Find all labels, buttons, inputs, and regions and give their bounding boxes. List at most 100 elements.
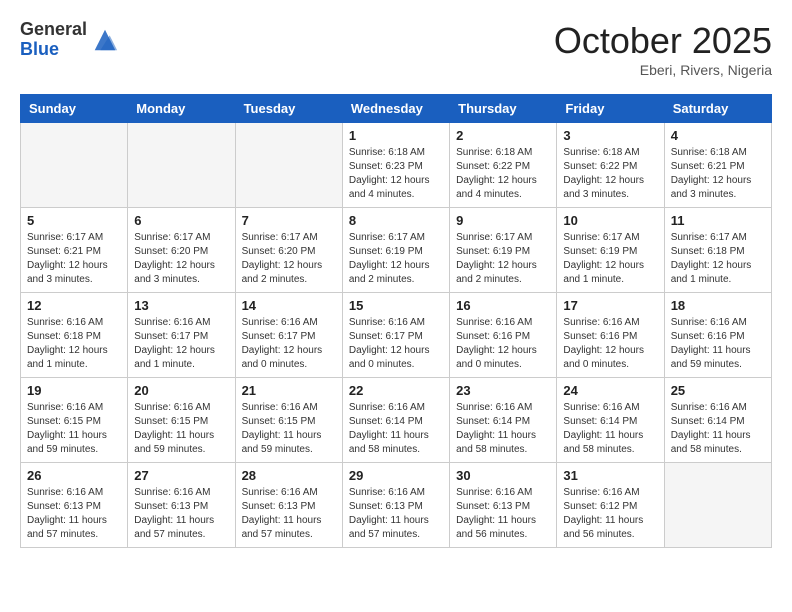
day-info: Sunrise: 6:16 AM Sunset: 6:16 PM Dayligh…: [563, 316, 657, 372]
calendar-cell: 3 Sunrise: 6:18 AM Sunset: 6:22 PM Daylig…: [557, 123, 664, 208]
calendar-body: 1 Sunrise: 6:18 AM Sunset: 6:23 PM Daylig…: [21, 123, 772, 548]
day-number: 18: [671, 298, 765, 313]
calendar-cell: [128, 123, 235, 208]
day-info: Sunrise: 6:18 AM Sunset: 6:22 PM Dayligh…: [563, 146, 657, 202]
day-number: 13: [134, 298, 228, 313]
calendar-week-4: 19 Sunrise: 6:16 AM Sunset: 6:15 PM Dayli…: [21, 378, 772, 463]
day-number: 6: [134, 213, 228, 228]
calendar-cell: [664, 463, 771, 548]
day-info: Sunrise: 6:16 AM Sunset: 6:13 PM Dayligh…: [242, 486, 336, 542]
day-info: Sunrise: 6:18 AM Sunset: 6:23 PM Dayligh…: [349, 146, 443, 202]
calendar-cell: 23Sunrise: 6:16 AM Sunset: 6:14 PM Dayli…: [450, 378, 557, 463]
day-info: Sunrise: 6:16 AM Sunset: 6:12 PM Dayligh…: [563, 486, 657, 542]
calendar-table: SundayMondayTuesdayWednesdayThursdayFrid…: [20, 94, 772, 548]
calendar-cell: 26 Sunrise: 6:16 AM Sunset: 6:13 PM Dayli…: [21, 463, 128, 548]
day-info: Sunrise: 6:17 AM Sunset: 6:21 PM Dayligh…: [27, 231, 121, 287]
day-number: 24: [563, 383, 657, 398]
day-number: 3: [563, 128, 657, 143]
title-block: October 2025 Eberi, Rivers, Nigeria: [554, 20, 772, 78]
logo: General Blue: [20, 20, 119, 60]
day-info: Sunrise: 6:16 AM Sunset: 6:13 PM Dayligh…: [456, 486, 550, 542]
calendar-cell: 5 Sunrise: 6:17 AM Sunset: 6:21 PM Daylig…: [21, 208, 128, 293]
day-number: 15: [349, 298, 443, 313]
day-info: Sunrise: 6:16 AM Sunset: 6:15 PM Dayligh…: [27, 401, 121, 457]
location-subtitle: Eberi, Rivers, Nigeria: [554, 62, 772, 78]
weekday-header-friday: Friday: [557, 95, 664, 123]
logo-blue-text: Blue: [20, 40, 87, 60]
calendar-cell: 1 Sunrise: 6:18 AM Sunset: 6:23 PM Daylig…: [342, 123, 449, 208]
calendar-cell: 29Sunrise: 6:16 AM Sunset: 6:13 PM Dayli…: [342, 463, 449, 548]
weekday-header-sunday: Sunday: [21, 95, 128, 123]
day-number: 19: [27, 383, 121, 398]
calendar-cell: 18 Sunrise: 6:16 AM Sunset: 6:16 PM Dayli…: [664, 293, 771, 378]
weekday-header-monday: Monday: [128, 95, 235, 123]
day-info: Sunrise: 6:16 AM Sunset: 6:13 PM Dayligh…: [134, 486, 228, 542]
day-number: 5: [27, 213, 121, 228]
day-number: 28: [242, 468, 336, 483]
day-number: 29: [349, 468, 443, 483]
day-number: 2: [456, 128, 550, 143]
day-number: 31: [563, 468, 657, 483]
calendar-cell: 14 Sunrise: 6:16 AM Sunset: 6:17 PM Dayli…: [235, 293, 342, 378]
calendar-cell: 12 Sunrise: 6:16 AM Sunset: 6:18 PM Dayli…: [21, 293, 128, 378]
day-number: 8: [349, 213, 443, 228]
day-number: 9: [456, 213, 550, 228]
calendar-cell: 4Sunrise: 6:18 AM Sunset: 6:21 PM Daylig…: [664, 123, 771, 208]
day-info: Sunrise: 6:17 AM Sunset: 6:18 PM Dayligh…: [671, 231, 765, 287]
calendar-cell: 10 Sunrise: 6:17 AM Sunset: 6:19 PM Dayli…: [557, 208, 664, 293]
day-number: 23: [456, 383, 550, 398]
day-number: 7: [242, 213, 336, 228]
day-info: Sunrise: 6:16 AM Sunset: 6:16 PM Dayligh…: [456, 316, 550, 372]
weekday-header-wednesday: Wednesday: [342, 95, 449, 123]
day-number: 27: [134, 468, 228, 483]
day-number: 4: [671, 128, 765, 143]
day-number: 26: [27, 468, 121, 483]
calendar-cell: 27 Sunrise: 6:16 AM Sunset: 6:13 PM Dayli…: [128, 463, 235, 548]
day-info: Sunrise: 6:16 AM Sunset: 6:14 PM Dayligh…: [671, 401, 765, 457]
calendar-cell: 9 Sunrise: 6:17 AM Sunset: 6:19 PM Daylig…: [450, 208, 557, 293]
day-number: 17: [563, 298, 657, 313]
day-number: 14: [242, 298, 336, 313]
day-info: Sunrise: 6:17 AM Sunset: 6:20 PM Dayligh…: [134, 231, 228, 287]
day-info: Sunrise: 6:18 AM Sunset: 6:22 PM Dayligh…: [456, 146, 550, 202]
day-info: Sunrise: 6:16 AM Sunset: 6:16 PM Dayligh…: [671, 316, 765, 372]
day-number: 25: [671, 383, 765, 398]
weekday-header-tuesday: Tuesday: [235, 95, 342, 123]
day-info: Sunrise: 6:16 AM Sunset: 6:14 PM Dayligh…: [563, 401, 657, 457]
calendar-week-3: 12 Sunrise: 6:16 AM Sunset: 6:18 PM Dayli…: [21, 293, 772, 378]
day-info: Sunrise: 6:16 AM Sunset: 6:17 PM Dayligh…: [242, 316, 336, 372]
calendar-cell: 30 Sunrise: 6:16 AM Sunset: 6:13 PM Dayli…: [450, 463, 557, 548]
calendar-cell: 7Sunrise: 6:17 AM Sunset: 6:20 PM Daylig…: [235, 208, 342, 293]
weekday-header-saturday: Saturday: [664, 95, 771, 123]
day-number: 10: [563, 213, 657, 228]
calendar-cell: 19 Sunrise: 6:16 AM Sunset: 6:15 PM Dayli…: [21, 378, 128, 463]
day-info: Sunrise: 6:16 AM Sunset: 6:18 PM Dayligh…: [27, 316, 121, 372]
day-info: Sunrise: 6:17 AM Sunset: 6:19 PM Dayligh…: [563, 231, 657, 287]
calendar-week-2: 5 Sunrise: 6:17 AM Sunset: 6:21 PM Daylig…: [21, 208, 772, 293]
day-info: Sunrise: 6:16 AM Sunset: 6:13 PM Dayligh…: [27, 486, 121, 542]
calendar-cell: 8Sunrise: 6:17 AM Sunset: 6:19 PM Daylig…: [342, 208, 449, 293]
day-number: 30: [456, 468, 550, 483]
calendar-cell: 15Sunrise: 6:16 AM Sunset: 6:17 PM Dayli…: [342, 293, 449, 378]
weekday-header-row: SundayMondayTuesdayWednesdayThursdayFrid…: [21, 95, 772, 123]
calendar-cell: 25 Sunrise: 6:16 AM Sunset: 6:14 PM Dayli…: [664, 378, 771, 463]
day-number: 16: [456, 298, 550, 313]
calendar-cell: [235, 123, 342, 208]
calendar-cell: 24 Sunrise: 6:16 AM Sunset: 6:14 PM Dayli…: [557, 378, 664, 463]
day-info: Sunrise: 6:16 AM Sunset: 6:15 PM Dayligh…: [134, 401, 228, 457]
calendar-cell: 16 Sunrise: 6:16 AM Sunset: 6:16 PM Dayli…: [450, 293, 557, 378]
day-info: Sunrise: 6:16 AM Sunset: 6:17 PM Dayligh…: [134, 316, 228, 372]
month-title: October 2025: [554, 20, 772, 62]
calendar-cell: 6 Sunrise: 6:17 AM Sunset: 6:20 PM Daylig…: [128, 208, 235, 293]
day-number: 11: [671, 213, 765, 228]
day-info: Sunrise: 6:17 AM Sunset: 6:19 PM Dayligh…: [456, 231, 550, 287]
calendar-cell: [21, 123, 128, 208]
day-number: 22: [349, 383, 443, 398]
day-info: Sunrise: 6:16 AM Sunset: 6:14 PM Dayligh…: [349, 401, 443, 457]
calendar-cell: 20Sunrise: 6:16 AM Sunset: 6:15 PM Dayli…: [128, 378, 235, 463]
calendar-cell: 13 Sunrise: 6:16 AM Sunset: 6:17 PM Dayli…: [128, 293, 235, 378]
calendar-cell: 11 Sunrise: 6:17 AM Sunset: 6:18 PM Dayli…: [664, 208, 771, 293]
day-number: 1: [349, 128, 443, 143]
day-number: 12: [27, 298, 121, 313]
day-info: Sunrise: 6:16 AM Sunset: 6:15 PM Dayligh…: [242, 401, 336, 457]
